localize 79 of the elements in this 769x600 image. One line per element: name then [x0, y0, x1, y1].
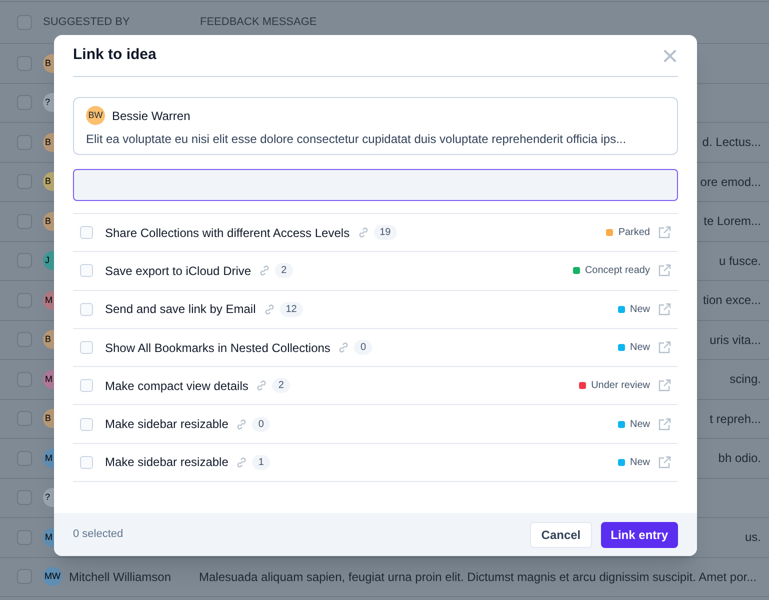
- user-name: Bessie Warren: [112, 108, 190, 124]
- checkbox[interactable]: [17, 332, 32, 348]
- external-link-icon[interactable]: [658, 302, 671, 316]
- link-icon: [338, 342, 350, 354]
- checkbox[interactable]: [17, 95, 32, 110]
- status-label: Parked: [618, 226, 650, 240]
- link-entry-button[interactable]: Link entry: [600, 522, 678, 548]
- checkbox[interactable]: [17, 56, 32, 71]
- link-icon: [259, 265, 270, 276]
- user-name: Mitchell Williamson: [69, 568, 172, 586]
- checkbox[interactable]: [17, 292, 32, 308]
- checkbox[interactable]: [17, 15, 32, 30]
- status-label: Under review: [591, 379, 650, 394]
- list-row[interactable]: Make sidebar resizable 0 New: [73, 405, 678, 444]
- link-icon: [256, 380, 268, 392]
- dialog-title: Link to idea: [73, 45, 156, 66]
- count-badge: 0: [354, 340, 372, 356]
- checkbox[interactable]: [17, 174, 32, 190]
- feedback-message: d. Lectus...: [702, 134, 761, 152]
- feedback-message: Elit ea voluptate eu nisi elit esse dolore consectetur cupidatat duis voluptate reprehenderit officia ips...: [86, 131, 628, 148]
- count-badge: 2: [275, 263, 293, 278]
- external-link-icon[interactable]: [658, 456, 671, 469]
- list-row[interactable]: Show All Bookmarks in Nested Collections 0 New: [73, 328, 678, 368]
- feedback-message: t repreh...: [710, 410, 761, 428]
- list-row[interactable]: Make compact view details 2 Under review: [73, 367, 678, 406]
- avatar: BW: [86, 106, 105, 125]
- idea-title: Send and save link by Email: [105, 301, 256, 318]
- idea-title: Show All Bookmarks in Nested Collections: [105, 340, 330, 357]
- search-field[interactable]: [73, 169, 678, 201]
- idea-title: Make sidebar resizable: [105, 416, 228, 434]
- checkbox[interactable]: [17, 372, 32, 387]
- status-label: New: [630, 341, 650, 356]
- link-icon: [264, 304, 275, 315]
- feedback-message: te Lorem...: [704, 213, 761, 230]
- avatar: MW: [43, 567, 62, 586]
- checkbox[interactable]: [17, 134, 32, 150]
- feedback-message: ore emod...: [700, 174, 761, 191]
- link-icon: [236, 456, 248, 468]
- checkbox[interactable]: [17, 214, 32, 229]
- feedback-message: Malesuada aliquam sapien, feugiat urna proin elit. Dictumst magnis et arcu dignissim suscipit. Amet por...: [199, 568, 757, 586]
- count-badge: 12: [280, 302, 303, 317]
- checkbox[interactable]: [17, 411, 32, 426]
- link-icon: [236, 418, 248, 430]
- feedback-message: uris vita...: [710, 332, 761, 349]
- selection-count: 0 selected: [73, 527, 124, 542]
- external-link-icon[interactable]: [658, 418, 671, 431]
- external-link-icon[interactable]: [658, 226, 671, 240]
- list-row[interactable]: Save export to iCloud Drive 2 Concept ready: [73, 252, 678, 291]
- idea-title: Make sidebar resizable: [105, 454, 228, 472]
- status-label: New: [630, 418, 650, 432]
- feedback-message: us.: [744, 529, 761, 546]
- status-label: New: [630, 302, 650, 317]
- cancel-button[interactable]: Cancel: [530, 522, 592, 548]
- list-row[interactable]: Share Collections with different Access Levels 19 Parked: [73, 214, 678, 252]
- feedback-message: scing.: [730, 371, 761, 388]
- count-badge: 1: [252, 454, 270, 470]
- count-badge: 0: [252, 416, 270, 432]
- external-link-icon[interactable]: [658, 379, 671, 392]
- count-badge: 2: [272, 378, 290, 394]
- close-icon[interactable]: [664, 50, 676, 62]
- feedback-message: bh odio.: [718, 450, 761, 468]
- count-badge: 19: [374, 225, 397, 240]
- idea-title: Make compact view details: [105, 378, 248, 395]
- feedback-message: tion exce...: [702, 292, 761, 310]
- idea-title: Save export to iCloud Drive: [105, 262, 252, 280]
- idea-title: Share Collections with different Access Levels: [105, 224, 350, 242]
- checkbox[interactable]: [17, 253, 32, 268]
- checkbox[interactable]: [17, 569, 32, 584]
- status-label: Concept ready: [584, 264, 650, 278]
- checkbox[interactable]: [17, 490, 32, 506]
- external-link-icon[interactable]: [658, 341, 671, 354]
- external-link-icon[interactable]: [658, 264, 671, 278]
- list-row[interactable]: Send and save link by Email 12 New: [73, 290, 678, 329]
- list-row[interactable]: Make sidebar resizable 1 New: [73, 444, 678, 482]
- link-icon: [358, 227, 369, 238]
- checkbox[interactable]: [17, 450, 32, 466]
- status-label: New: [630, 456, 650, 470]
- feedback-message: u fusce.: [718, 252, 761, 270]
- checkbox[interactable]: [17, 530, 32, 545]
